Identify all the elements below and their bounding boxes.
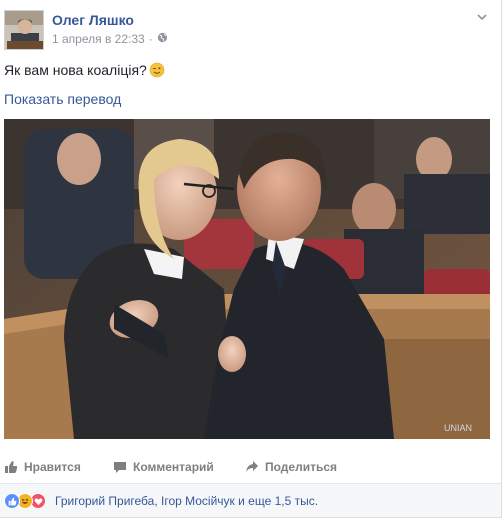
share-arrow-icon — [245, 460, 259, 474]
like-label: Нравится — [24, 460, 81, 474]
like-reaction-icon — [4, 493, 20, 509]
author-avatar[interactable] — [4, 10, 44, 50]
comment-icon — [113, 460, 127, 474]
post-text: Як вам нова коаліція? — [4, 62, 165, 78]
post-meta: 1 апреля в 22:33 · — [52, 32, 168, 46]
reaction-icons[interactable] — [4, 493, 46, 509]
post-text-content: Як вам нова коаліція? — [4, 62, 147, 78]
post-photo[interactable]: UNIAN — [4, 119, 490, 439]
like-button[interactable]: Нравится — [4, 460, 81, 474]
post-timestamp[interactable]: 1 апреля в 22:33 — [52, 32, 145, 46]
comment-button[interactable]: Комментарий — [113, 460, 214, 474]
chevron-down-icon[interactable] — [475, 10, 489, 24]
comment-label: Комментарий — [133, 460, 214, 474]
reactions-summary[interactable]: Григорий Пригеба, Ігор Мосійчук и еще 1,… — [55, 494, 318, 508]
meta-separator: · — [148, 32, 153, 46]
show-translation-link[interactable]: Показать перевод — [4, 91, 121, 107]
facebook-post: Олег Ляшко 1 апреля в 22:33 · Як вам нов… — [0, 0, 502, 518]
post-actions: Нравится Комментарий Поделиться — [0, 447, 501, 483]
globe-icon[interactable] — [157, 32, 168, 46]
author-name[interactable]: Олег Ляшко — [52, 12, 134, 28]
reactions-bar: Григорий Пригеба, Ігор Мосійчук и еще 1,… — [0, 484, 501, 517]
share-label: Поделиться — [265, 460, 338, 474]
share-button[interactable]: Поделиться — [245, 460, 337, 474]
thumbs-up-icon — [4, 460, 18, 474]
wink-emoji-icon — [149, 62, 165, 78]
photo-watermark: UNIAN — [444, 423, 472, 433]
